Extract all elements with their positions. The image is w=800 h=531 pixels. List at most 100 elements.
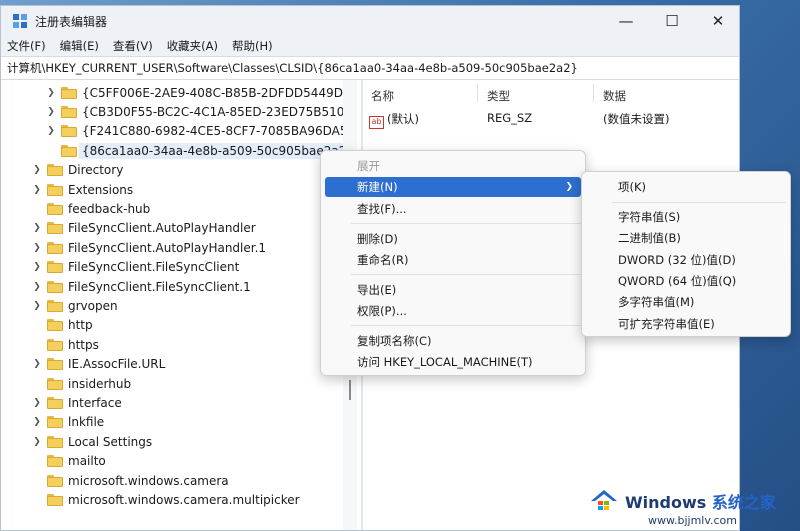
tree-item[interactable]: ❯ lnkfile <box>31 413 104 432</box>
chevron-right-icon[interactable]: ❯ <box>45 126 57 136</box>
chevron-right-icon[interactable]: ❯ <box>31 185 43 195</box>
menu-item-find[interactable]: 查找(F)... <box>325 199 581 219</box>
tree-item[interactable]: ❯ {CB3D0F55-BC2C-4C1A-85ED-23ED75B5106B} <box>45 102 343 121</box>
folder-icon <box>47 183 63 196</box>
value-type: REG_SZ <box>487 111 533 125</box>
submenu-item-multi-string-value[interactable]: 多字符串值(M) <box>586 292 786 312</box>
tree-item-label: IE.AssocFile.URL <box>68 357 166 372</box>
menu-item-visit-hklm[interactable]: 访问 HKEY_LOCAL_MACHINE(T) <box>325 352 581 372</box>
tree-item[interactable]: ❯ FileSyncClient.FileSyncClient.1 <box>31 277 251 296</box>
chevron-right-icon[interactable]: ❯ <box>45 107 57 117</box>
chevron-right-icon[interactable]: ❯ <box>45 88 57 98</box>
new-submenu: 项(K) 字符串值(S) 二进制值(B) DWORD (32 位)值(D) QW… <box>581 171 791 337</box>
chevron-right-icon[interactable]: ❯ <box>31 301 43 311</box>
tree-item[interactable]: ❯ grvopen <box>31 296 118 315</box>
submenu-item-key[interactable]: 项(K) <box>586 177 786 197</box>
folder-icon <box>47 299 63 312</box>
regedit-icon <box>13 14 27 28</box>
chevron-right-icon[interactable]: ❯ <box>31 262 43 272</box>
menu-item-delete[interactable]: 删除(D) <box>325 229 581 249</box>
close-button[interactable]: ✕ <box>695 6 739 36</box>
tree-item[interactable]: ❯ {F241C880-6982-4CE5-8CF7-7085BA96DA5A} <box>45 122 343 141</box>
address-bar[interactable]: 计算机\HKEY_CURRENT_USER\Software\Classes\C… <box>1 56 739 80</box>
tree-item[interactable]: insiderhub <box>31 374 131 393</box>
context-menu: 展开 新建(N) ❯ 查找(F)... 删除(D) 重命名(R) 导出(E) 权… <box>320 150 586 376</box>
chevron-right-icon[interactable]: ❯ <box>31 417 43 427</box>
tree-item[interactable]: ❯ Directory <box>31 161 123 180</box>
tree-item[interactable]: ❯ Extensions <box>31 180 133 199</box>
submenu-item-dword-value[interactable]: DWORD (32 位)值(D) <box>586 250 786 270</box>
scrollbar-thumb[interactable] <box>349 380 351 400</box>
menu-item-permissions[interactable]: 权限(P)... <box>325 301 581 321</box>
tree-item-label: microsoft.windows.camera.multipicker <box>68 492 300 507</box>
menu-view[interactable]: 查看(V) <box>113 38 153 54</box>
folder-icon <box>47 241 63 254</box>
menu-item-new[interactable]: 新建(N) ❯ <box>325 177 581 197</box>
column-name-header[interactable]: 名称 <box>371 88 394 104</box>
chevron-right-icon[interactable]: ❯ <box>31 243 43 253</box>
watermark-brand-cn: 系统之家 <box>711 493 776 512</box>
menu-item-copy-key-name[interactable]: 复制项名称(C) <box>325 331 581 351</box>
tree-item-label: FileSyncClient.FileSyncClient <box>68 260 240 275</box>
chevron-right-icon: ❯ <box>565 182 573 192</box>
folder-icon <box>47 435 63 448</box>
tree-item-label: {C5FF006E-2AE9-408C-B85B-2DFDD5449D9C} <box>82 85 343 100</box>
folder-icon <box>61 86 77 99</box>
tree-item[interactable]: https <box>31 335 99 354</box>
folder-icon <box>61 125 77 138</box>
submenu-item-expandable-string-value[interactable]: 可扩充字符串值(E) <box>586 314 786 334</box>
column-data-header[interactable]: 数据 <box>603 88 626 104</box>
menu-file[interactable]: 文件(F) <box>7 38 46 54</box>
tree-item[interactable]: feedback-hub <box>31 199 150 218</box>
chevron-right-icon[interactable]: ❯ <box>31 223 43 233</box>
folder-icon <box>47 222 63 235</box>
column-separator[interactable] <box>593 84 594 102</box>
menu-edit[interactable]: 编辑(E) <box>60 38 99 54</box>
tree-item-label: feedback-hub <box>68 201 151 216</box>
minimize-button[interactable]: — <box>603 6 649 36</box>
value-data: (数值未设置) <box>603 112 670 126</box>
tree-item[interactable]: ❯ Interface <box>31 393 122 412</box>
tree-item-label: http <box>68 318 93 333</box>
tree-item[interactable]: ❯ Local Settings <box>31 432 152 451</box>
menu-item-rename[interactable]: 重命名(R) <box>325 250 581 270</box>
submenu-item-string-value[interactable]: 字符串值(S) <box>586 207 786 227</box>
submenu-item-binary-value[interactable]: 二进制值(B) <box>586 228 786 248</box>
submenu-item-qword-value[interactable]: QWORD (64 位)值(Q) <box>586 271 786 291</box>
tree-item[interactable]: ❯ FileSyncClient.AutoPlayHandler.1 <box>31 238 266 257</box>
tree-item[interactable]: ❯ FileSyncClient.FileSyncClient <box>31 258 239 277</box>
menu-favorites[interactable]: 收藏夹(A) <box>167 38 218 54</box>
tree-item-label: {F241C880-6982-4CE5-8CF7-7085BA96DA5A} <box>82 124 343 139</box>
value-name: (默认) <box>387 112 419 126</box>
folder-icon <box>47 474 63 487</box>
folder-icon <box>47 261 63 274</box>
menu-separator <box>351 274 581 275</box>
menu-help[interactable]: 帮助(H) <box>232 38 273 54</box>
tree-item[interactable]: ❯ FileSyncClient.AutoPlayHandler <box>31 219 255 238</box>
chevron-right-icon[interactable]: ❯ <box>31 437 43 447</box>
column-type-header[interactable]: 类型 <box>487 88 510 104</box>
menu-item-export[interactable]: 导出(E) <box>325 280 581 300</box>
menu-separator <box>351 223 581 224</box>
column-separator[interactable] <box>477 84 478 102</box>
chevron-right-icon[interactable]: ❯ <box>31 359 43 369</box>
chevron-right-icon[interactable]: ❯ <box>31 282 43 292</box>
folder-icon <box>47 280 63 293</box>
chevron-right-icon[interactable]: ❯ <box>31 165 43 175</box>
minimize-icon: — <box>618 12 634 30</box>
tree-item-label: Directory <box>68 163 124 178</box>
tree-item[interactable]: http <box>31 316 93 335</box>
tree-item[interactable]: microsoft.windows.camera.multipicker <box>31 490 300 509</box>
maximize-button[interactable]: ☐ <box>649 6 695 36</box>
menu-item-expand[interactable]: 展开 <box>325 156 581 176</box>
tree-item[interactable]: ❯ {C5FF006E-2AE9-408C-B85B-2DFDD5449D9C} <box>45 83 343 102</box>
tree-item-label: grvopen <box>68 298 118 313</box>
tree-item[interactable]: ❯ IE.AssocFile.URL <box>31 355 165 374</box>
tree-item[interactable]: {86ca1aa0-34aa-4e8b-a509-50c905bae2a2} <box>45 141 343 160</box>
folder-icon <box>47 455 63 468</box>
folder-icon <box>47 396 63 409</box>
chevron-right-icon[interactable]: ❯ <box>31 398 43 408</box>
folder-icon <box>47 416 63 429</box>
tree-item[interactable]: microsoft.windows.camera <box>31 471 229 490</box>
tree-item[interactable]: mailto <box>31 452 106 471</box>
